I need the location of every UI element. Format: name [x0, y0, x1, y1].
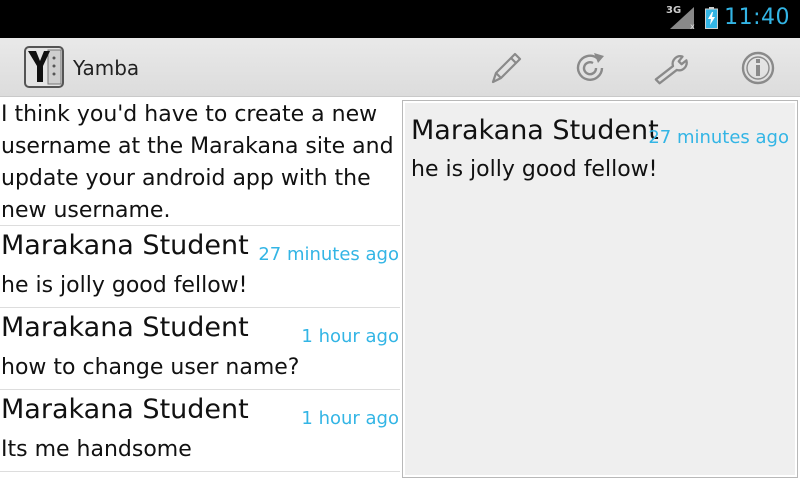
- compose-button[interactable]: [484, 48, 526, 88]
- list-item[interactable]: Marakana Student 27 minutes ago he is jo…: [0, 226, 400, 308]
- app-title: Yamba: [73, 56, 140, 80]
- pencil-icon: [491, 52, 522, 84]
- action-bar: Yamba: [0, 38, 800, 97]
- status-text: he is jolly good fellow!: [1, 273, 248, 298]
- svg-text:x: x: [690, 22, 695, 31]
- preferences-button[interactable]: [652, 48, 694, 88]
- status-time-ago: 1 hour ago: [301, 408, 399, 429]
- list-item[interactable]: I think you'd have to create a new usern…: [0, 97, 400, 226]
- status-time: 11:40: [724, 5, 790, 30]
- status-text: I think you'd have to create a new usern…: [1, 102, 394, 223]
- status-user: Marakana Student: [1, 312, 249, 343]
- status-detail-pane: Marakana Student 27 minutes ago he is jo…: [402, 100, 798, 478]
- status-user: Marakana Student: [1, 394, 249, 425]
- status-time-ago: 27 minutes ago: [258, 244, 399, 265]
- wrench-icon: [654, 55, 688, 85]
- yamba-logo-icon[interactable]: [22, 44, 66, 90]
- info-icon: [741, 51, 775, 85]
- status-bar: 3G x 11:40: [0, 0, 800, 38]
- info-button[interactable]: [737, 48, 779, 88]
- status-time-ago: 1 hour ago: [301, 326, 399, 347]
- refresh-button[interactable]: [569, 48, 611, 88]
- list-item[interactable]: Marakana Student 1 hour ago how to chang…: [0, 308, 400, 390]
- detail-time-ago: 27 minutes ago: [648, 127, 789, 148]
- status-user: Marakana Student: [1, 230, 249, 261]
- refresh-icon: [576, 53, 604, 81]
- detail-user: Marakana Student: [411, 115, 659, 146]
- timeline-list[interactable]: I think you'd have to create a new usern…: [0, 97, 400, 480]
- signal-icon: x: [670, 7, 695, 31]
- battery-charging-icon: [705, 7, 718, 29]
- detail-text: he is jolly good fellow!: [411, 157, 658, 182]
- list-item[interactable]: Marakana Student 1 hour ago Its me hands…: [0, 390, 400, 472]
- status-text: Its me handsome: [1, 437, 192, 462]
- status-text: how to change user name?: [1, 355, 300, 380]
